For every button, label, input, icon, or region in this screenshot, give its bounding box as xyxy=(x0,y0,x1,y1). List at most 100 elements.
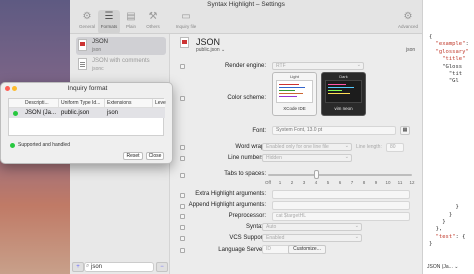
line-numbers-select[interactable]: Hidden xyxy=(262,154,352,162)
column-header-uti[interactable]: Uniform Type Id... xyxy=(59,99,105,108)
font-picker-icon: ▦ xyxy=(402,127,408,133)
append-args-label: Append Highlight arguments: xyxy=(188,202,266,208)
sample-line xyxy=(328,87,354,88)
inquiry-table: Descripti... Uniform Type Id... Extensio… xyxy=(8,98,166,136)
dialog-title: Inquiry format xyxy=(67,85,108,92)
preview-code-line: }, xyxy=(429,226,443,233)
toolbar-others[interactable]: ⚒ Others xyxy=(142,10,164,34)
column-header-level[interactable]: Leve xyxy=(153,99,166,108)
font-picker-button[interactable]: ▦ xyxy=(400,126,410,135)
tabs-tick-label: 11 xyxy=(397,180,403,185)
font-field: System Font, 13.0 pt xyxy=(272,126,396,135)
preview-string-token: "test" xyxy=(435,233,456,240)
close-button[interactable]: Close xyxy=(146,152,164,160)
preview-code-line: { xyxy=(429,34,433,40)
extension-tag: json xyxy=(406,47,416,53)
sidebar-item-ext: jsonc xyxy=(92,66,104,72)
append-args-field[interactable] xyxy=(272,201,410,210)
toolbar-plain[interactable]: ▤ Plain xyxy=(120,10,142,34)
sidebar-item-json[interactable]: JSON json xyxy=(76,37,166,55)
reset-button[interactable]: Reset xyxy=(123,152,143,160)
extra-args-label: Extra Highlight arguments: xyxy=(195,191,266,197)
preview-code-line: } xyxy=(429,211,453,218)
row-extensions: json xyxy=(107,110,119,116)
font-label: Font: xyxy=(252,128,266,134)
toolbar-general[interactable]: ⚙ General xyxy=(76,10,98,34)
tabs-tick-label: 6 xyxy=(338,180,342,185)
row-description: JSON (Ja... xyxy=(25,110,57,116)
line-numbers-label: Line numbers: xyxy=(227,155,266,161)
search-input[interactable]: ⌕ json xyxy=(84,262,154,272)
vcs-select[interactable]: Enabled xyxy=(262,234,362,242)
sample-line xyxy=(328,93,350,94)
tabs-tick-label: 4 xyxy=(314,180,318,185)
column-header-extensions[interactable]: Extensions xyxy=(105,99,153,108)
format-detail-pane: JSON public.json ⌄ json Render engine: R… xyxy=(176,34,422,274)
tabs-tick-label: 5 xyxy=(326,180,330,185)
preview-string-token: "example" xyxy=(435,41,466,48)
column-header-description[interactable]: Descripti... xyxy=(23,99,59,108)
toolbar-others-label: Others xyxy=(146,24,160,29)
line-length-field[interactable]: 80 xyxy=(386,143,404,152)
toolbar-formats[interactable]: ☰ Formats xyxy=(98,10,120,34)
sample-line xyxy=(279,93,303,94)
preview-format-popup[interactable]: JSON (Ja... ⌄ xyxy=(427,264,458,270)
customize-button[interactable]: Customize... xyxy=(288,245,326,254)
format-name: JSON xyxy=(196,37,221,47)
render-engine-value: RTF xyxy=(276,63,286,69)
preview-string-token: "title" xyxy=(442,56,466,63)
title-bar: Syntax Highlight – Settings xyxy=(70,0,422,10)
tabs-tick-label: 9 xyxy=(374,180,378,185)
tabs-tick-label: 2 xyxy=(290,180,294,185)
preview-code-line: } xyxy=(429,241,433,248)
uti-popup[interactable]: public.json ⌄ xyxy=(196,47,225,53)
window-title: Syntax Highlight – Settings xyxy=(207,1,285,8)
toolbar-advanced[interactable]: ⚙ Advanced xyxy=(396,10,420,34)
tabs-slider-track[interactable] xyxy=(268,174,412,176)
sidebar-item-json-with-comments[interactable]: JSON with comments jsonc xyxy=(76,56,166,74)
supported-status-icon xyxy=(13,111,18,116)
jsonc-file-icon xyxy=(78,58,87,70)
search-icon: ⌕ xyxy=(86,263,90,269)
theme-dark-sample xyxy=(325,80,362,103)
toolbar-formats-label: Formats xyxy=(100,24,118,29)
preview-code-line: } xyxy=(429,204,459,211)
line-length-label: Line length: xyxy=(356,144,382,150)
sidebar-item-ext: json xyxy=(92,47,102,53)
json-file-icon xyxy=(78,39,87,51)
render-engine-select[interactable]: RTF xyxy=(272,62,364,70)
word-wrap-select[interactable]: Enabled only for one line file xyxy=(262,143,352,151)
tabs-slider-knob[interactable] xyxy=(313,170,319,179)
syntax-select[interactable]: Auto xyxy=(262,223,362,231)
customize-label: Customize... xyxy=(293,246,321,252)
vcs-label: VCS Support: xyxy=(229,235,266,241)
toolbar-inquiry-file[interactable]: ▭ Inquiry file xyxy=(174,10,198,34)
preprocessor-label: Preprocessor: xyxy=(228,213,266,219)
extra-args-field[interactable] xyxy=(272,190,410,199)
preview-code-line: "tit xyxy=(429,71,463,77)
remove-format-button[interactable]: − xyxy=(156,262,168,272)
vcs-value: Enabled xyxy=(266,235,285,241)
preview-pane: { "example": "glossary" "title" "Gloss "… xyxy=(422,0,474,274)
preview-code-line: "Gl xyxy=(429,78,459,85)
preview-code-line: "example": xyxy=(435,41,469,48)
theme-dark-preview[interactable]: Dark vim neon xyxy=(321,72,366,116)
tabs-slider-ticks: Off 1 2 3 4 5 6 7 8 9 10 11 12 xyxy=(176,180,422,188)
preview-code-line: "glossary" xyxy=(429,49,469,55)
language-server-value: ID xyxy=(266,246,271,252)
add-format-button[interactable]: + xyxy=(72,262,84,272)
status-green-icon xyxy=(10,143,15,148)
tabs-tick-label: Off xyxy=(265,180,271,185)
theme-light-preview[interactable]: Light XCode IDE xyxy=(272,72,317,116)
inquiry-format-dialog: Inquiry format Descripti... Uniform Type… xyxy=(0,82,173,164)
sidebar-item-name: JSON xyxy=(92,39,109,45)
tabs-tick-label: 10 xyxy=(385,180,391,185)
preprocessor-field[interactable]: cat $targetHL xyxy=(272,212,410,221)
preview-code-line: "Gloss xyxy=(429,63,463,70)
toolbar-advanced-label: Advanced xyxy=(397,24,418,29)
row-level xyxy=(153,108,155,118)
preprocessor-placeholder: cat $targetHL xyxy=(276,213,307,219)
sample-line xyxy=(279,84,299,85)
tabs-tick-label: 3 xyxy=(302,180,306,185)
theme-light-header: Light xyxy=(290,74,299,79)
